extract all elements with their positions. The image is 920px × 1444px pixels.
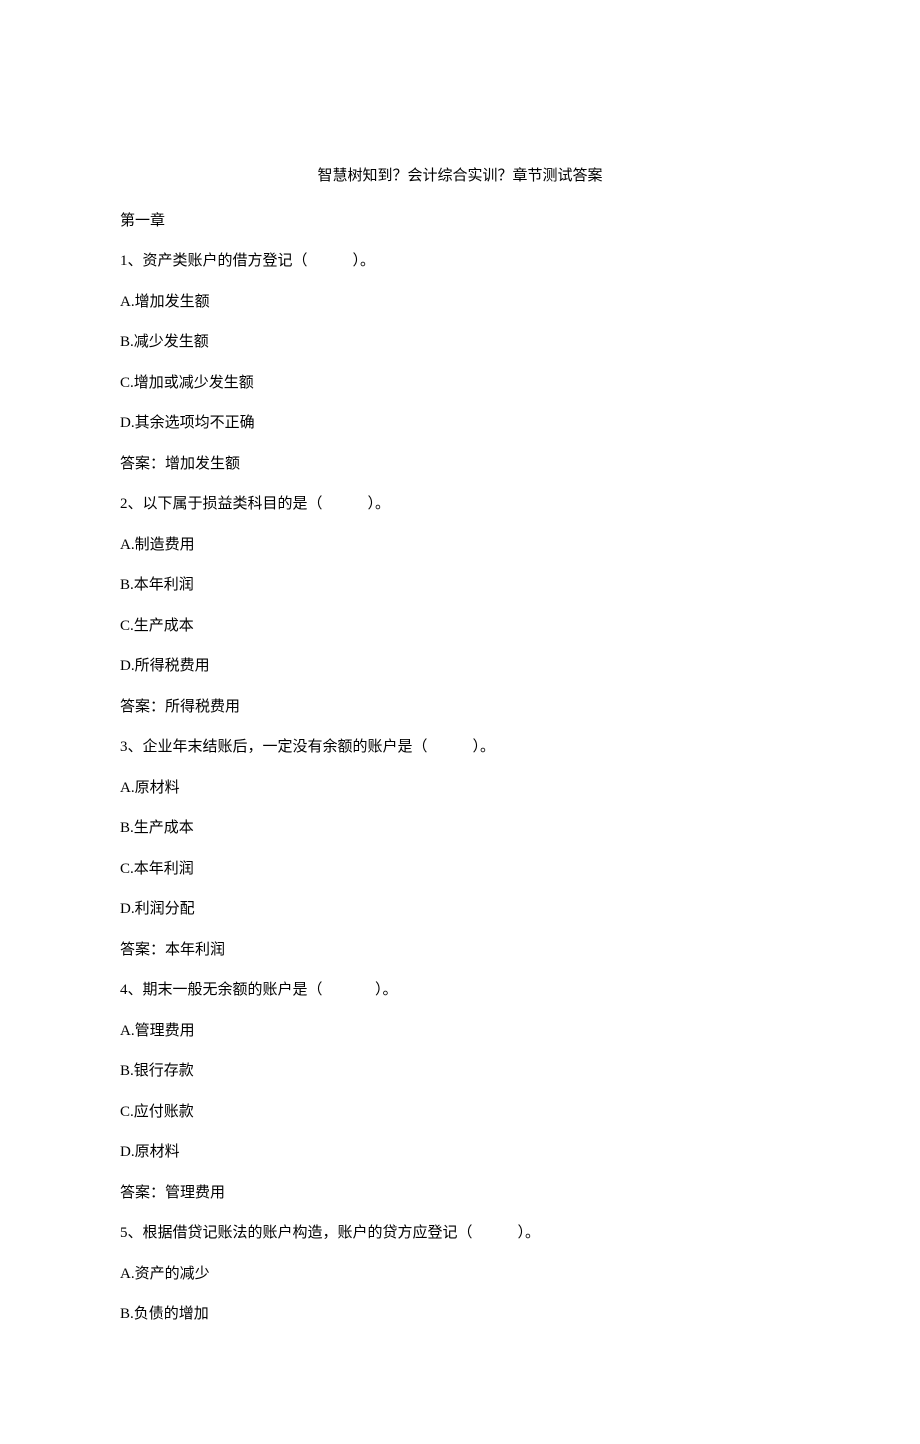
option-d: D.其余选项均不正确 xyxy=(120,412,800,435)
option-c: C.生产成本 xyxy=(120,615,800,638)
option-b: B.本年利润 xyxy=(120,574,800,597)
question-text: 4、期末一般无余额的账户是（ ）。 xyxy=(120,979,800,1002)
option-b: B.负债的增加 xyxy=(120,1303,800,1326)
option-d: D.利润分配 xyxy=(120,898,800,921)
document-page: 智慧树知到？会计综合实训？章节测试答案 第一章 1、资产类账户的借方登记（ ）。… xyxy=(0,0,920,1444)
answer-line: 答案：增加发生额 xyxy=(120,453,800,476)
question-text: 5、根据借贷记账法的账户构造，账户的贷方应登记（ ）。 xyxy=(120,1222,800,1245)
option-a: A.制造费用 xyxy=(120,534,800,557)
question-text: 2、以下属于损益类科目的是（ ）。 xyxy=(120,493,800,516)
option-b: B.减少发生额 xyxy=(120,331,800,354)
chapter-heading: 第一章 xyxy=(120,210,800,233)
option-c: C.本年利润 xyxy=(120,858,800,881)
option-a: A.资产的减少 xyxy=(120,1263,800,1286)
option-b: B.银行存款 xyxy=(120,1060,800,1083)
answer-line: 答案：本年利润 xyxy=(120,939,800,962)
option-c: C.增加或减少发生额 xyxy=(120,372,800,395)
answer-line: 答案：所得税费用 xyxy=(120,696,800,719)
option-a: A.管理费用 xyxy=(120,1020,800,1043)
option-d: D.原材料 xyxy=(120,1141,800,1164)
option-a: A.增加发生额 xyxy=(120,291,800,314)
option-a: A.原材料 xyxy=(120,777,800,800)
question-text: 3、企业年末结账后，一定没有余额的账户是（ ）。 xyxy=(120,736,800,759)
answer-line: 答案：管理费用 xyxy=(120,1182,800,1205)
option-c: C.应付账款 xyxy=(120,1101,800,1124)
question-text: 1、资产类账户的借方登记（ ）。 xyxy=(120,250,800,273)
option-b: B.生产成本 xyxy=(120,817,800,840)
document-title: 智慧树知到？会计综合实训？章节测试答案 xyxy=(120,165,800,188)
option-d: D.所得税费用 xyxy=(120,655,800,678)
